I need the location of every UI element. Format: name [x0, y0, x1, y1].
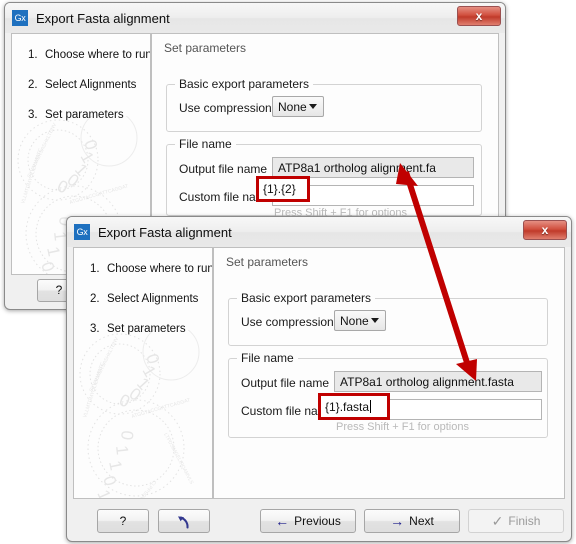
step-label: Choose where to run [45, 49, 151, 61]
app-icon: Gx [74, 224, 90, 240]
parameters-panel-front: Set parameters Basic export parameters U… [213, 247, 565, 499]
footer-front: ? ← Previous → Next ✓ Finish [73, 505, 565, 537]
step-label: Select Alignments [45, 79, 137, 91]
svg-text:1: 1 [133, 374, 153, 394]
output-file-name-field: ATP8a1 ortholog alignment.fa [272, 157, 474, 178]
steps-panel-front: 0 1 1 0 0 0 1 1 0 1 VLLMTDMYQLILPMTATC S… [73, 247, 213, 499]
use-compression-value: None [340, 313, 369, 328]
custom-file-name-highlight-back: {1}.{2} [256, 176, 310, 202]
output-file-name-field: ATP8a1 ortholog alignment.fasta [334, 371, 542, 392]
export-fasta-dialog-front[interactable]: Gx Export Fasta alignment x 0 1 1 0 0 0 … [66, 216, 572, 542]
close-button[interactable]: x [523, 220, 567, 240]
output-file-name-value: ATP8a1 ortholog alignment.fasta [340, 374, 514, 389]
svg-text:ATGGTACCGATTCAGGAT: ATGGTACCGATTCAGGAT [131, 397, 191, 420]
output-file-name-label: Output file name [179, 162, 268, 176]
svg-text:0: 0 [142, 351, 163, 366]
svg-text:0: 0 [116, 390, 132, 411]
group-legend: File name [175, 137, 236, 151]
svg-text:1: 1 [139, 363, 160, 381]
sidebar-step-2[interactable]: 2. Select Alignments [28, 79, 136, 91]
panel-heading: Set parameters [164, 41, 247, 55]
sidebar-step-3[interactable]: 3. Set parameters [28, 109, 124, 121]
step-label: Choose where to run [107, 263, 213, 275]
svg-text:ATGGTACCGATTCAGGAT: ATGGTACCGATTCAGGAT [69, 183, 129, 206]
svg-text:1: 1 [93, 487, 114, 499]
svg-text:1: 1 [43, 245, 64, 258]
finish-button: ✓ Finish [468, 509, 564, 533]
basic-export-parameters-group-front: Basic export parameters Use compression … [228, 291, 548, 346]
svg-text:LTPDSIMGELIRQAMVLS: LTPDSIMGELIRQAMVLS [162, 432, 194, 486]
sidebar-step-1[interactable]: 1. Choose where to run [90, 263, 213, 275]
custom-file-name-value-front: {1}.fasta [325, 399, 370, 414]
step-number: 2. [90, 293, 100, 305]
svg-text:SYVALWERSASHKLTDNV: SYVALWERSASHKLTDNV [26, 122, 58, 179]
chevron-down-icon [309, 104, 317, 109]
checkmark-icon: ✓ [491, 512, 504, 529]
previous-label: Previous [294, 514, 341, 528]
svg-text:0: 0 [99, 473, 120, 488]
output-file-name-value: ATP8a1 ortholog alignment.fa [278, 160, 436, 175]
chevron-down-icon [371, 318, 379, 323]
step-number: 2. [28, 79, 38, 91]
svg-text:0: 0 [37, 259, 58, 274]
svg-text:CLPPSQWIDRYQLLPTSG: CLPPSQWIDRYQLLPTSG [115, 479, 157, 499]
file-name-group-back: File name Output file name ATP8a1 orthol… [166, 137, 482, 219]
svg-text:1: 1 [71, 160, 91, 180]
step-number: 1. [28, 49, 38, 61]
use-compression-select[interactable]: None [272, 96, 324, 117]
step-label: Set parameters [45, 109, 124, 121]
sidebar-step-3[interactable]: 3. Set parameters [90, 323, 186, 335]
panel-heading: Set parameters [226, 255, 309, 269]
sidebar-step-1[interactable]: 1. Choose where to run [28, 49, 151, 61]
step-label: Set parameters [107, 323, 186, 335]
svg-text:SYVALWERSASHKLTDNV: SYVALWERSASHKLTDNV [88, 336, 120, 393]
app-icon: Gx [12, 10, 28, 26]
svg-text:0: 0 [117, 430, 137, 441]
custom-file-name-value-back: {1}.{2} [263, 182, 296, 196]
svg-text:1: 1 [105, 459, 126, 472]
titlebar-back: Gx Export Fasta alignment x [5, 3, 505, 33]
previous-button[interactable]: ← Previous [260, 509, 356, 533]
use-compression-label: Use compression [241, 315, 334, 329]
group-legend: Basic export parameters [237, 291, 376, 305]
arrow-right-icon: → [390, 513, 405, 529]
group-legend: Basic export parameters [175, 77, 314, 91]
custom-file-name-highlight-front: {1}.fasta [318, 393, 390, 420]
titlebar-front: Gx Export Fasta alignment x [67, 217, 571, 247]
svg-text:0: 0 [64, 170, 83, 191]
use-compression-label: Use compression [179, 101, 272, 115]
svg-text:0: 0 [54, 176, 70, 197]
undo-arrow-icon [177, 515, 189, 529]
next-button[interactable]: → Next [364, 509, 460, 533]
arrow-left-icon: ← [275, 513, 290, 529]
dialog-title: Export Fasta alignment [98, 224, 232, 240]
step-number: 1. [90, 263, 100, 275]
svg-text:1: 1 [77, 149, 98, 167]
svg-text:VLLMTDMYQLILPMTATC: VLLMTDMYQLILPMTATC [20, 147, 44, 204]
svg-text:1: 1 [112, 444, 132, 455]
reset-button[interactable] [158, 509, 210, 533]
shortcut-hint: Press Shift + F1 for options [336, 421, 469, 433]
text-cursor [370, 400, 372, 413]
output-file-name-label: Output file name [241, 376, 330, 390]
close-button[interactable]: x [457, 6, 501, 26]
step-number: 3. [90, 323, 100, 335]
svg-text:VLLMTDMYQLILPMTATC: VLLMTDMYQLILPMTATC [82, 361, 106, 418]
basic-export-parameters-group-back: Basic export parameters Use compression … [166, 77, 482, 132]
sidebar-step-2[interactable]: 2. Select Alignments [90, 293, 198, 305]
step-number: 3. [28, 109, 38, 121]
use-compression-select[interactable]: None [334, 310, 386, 331]
help-button[interactable]: ? [97, 509, 149, 533]
svg-text:0: 0 [126, 384, 145, 405]
dialog-title: Export Fasta alignment [36, 10, 170, 26]
step-label: Select Alignments [107, 293, 199, 305]
group-legend: File name [237, 351, 298, 365]
next-label: Next [409, 514, 434, 528]
dna-binary-watermark: 0 1 1 0 0 0 1 1 0 1 VLLMTDMYQLILPMTATC S… [76, 330, 212, 499]
finish-label: Finish [508, 514, 541, 528]
use-compression-value: None [278, 99, 307, 114]
svg-text:0: 0 [80, 137, 101, 152]
